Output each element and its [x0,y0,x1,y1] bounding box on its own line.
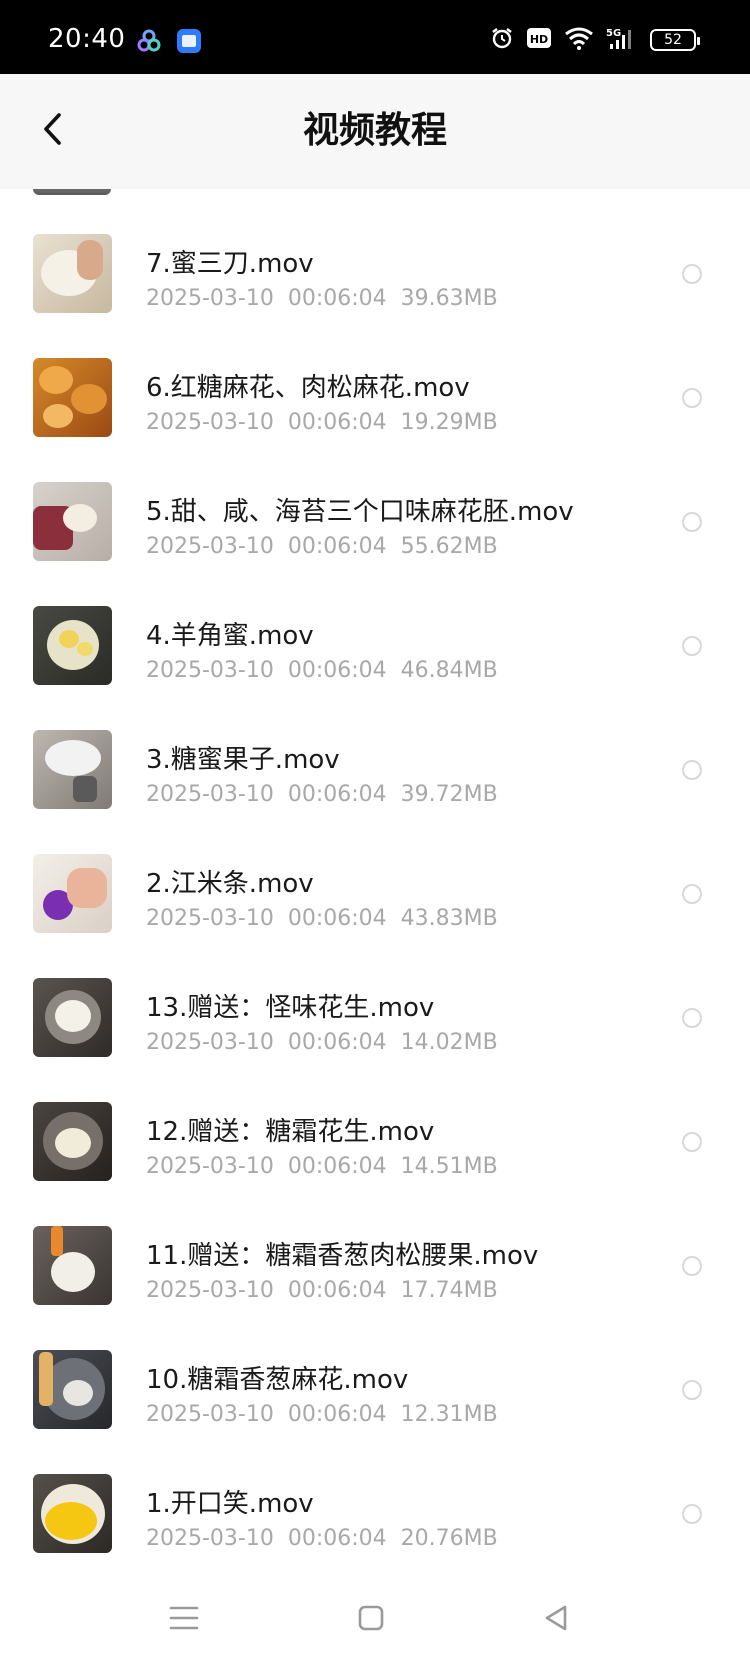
header: 视频教程 [0,74,750,189]
video-item[interactable]: 2.江米条.mov 2025-03-10 00:06:04 43.83MB [0,843,750,967]
video-file-meta: 2025-03-10 00:06:04 46.84MB [146,658,498,683]
video-item[interactable]: 5.甜、咸、海苔三个口味麻花胚.mov 2025-03-10 00:06:04 … [0,471,750,595]
video-item[interactable]: 10.糖霜香葱麻花.mov 2025-03-10 00:06:04 12.31M… [0,1339,750,1463]
video-thumbnail [33,358,112,437]
home-icon [357,1604,385,1636]
video-item[interactable]: 1.开口笑.mov 2025-03-10 00:06:04 20.76MB [0,1463,750,1574]
video-thumbnail [33,1102,112,1181]
video-file-meta: 2025-03-10 00:06:04 55.62MB [146,534,498,559]
select-radio[interactable] [682,1132,702,1152]
select-radio[interactable] [682,884,702,904]
video-thumbnail [33,978,112,1057]
svg-text:HD: HD [530,33,548,46]
home-button[interactable] [351,1600,391,1640]
system-back-button[interactable] [536,1600,576,1640]
video-file-meta: 2025-03-10 00:06:04 12.31MB [146,1402,498,1427]
video-file-name: 7.蜜三刀.mov [146,249,314,279]
video-item[interactable]: 3.糖蜜果子.mov 2025-03-10 00:06:04 39.72MB [0,719,750,843]
status-time: 20:40 [48,24,126,54]
app-square-icon [176,28,202,58]
video-thumbnail [33,1474,112,1553]
video-file-meta: 2025-03-10 00:06:04 39.72MB [146,782,498,807]
video-file-meta: 2025-03-10 00:06:04 20.76MB [146,1526,498,1551]
video-file-meta: 2025-03-10 00:06:04 14.51MB [146,1154,498,1179]
video-file-name: 5.甜、咸、海苔三个口味麻花胚.mov [146,497,574,527]
select-radio[interactable] [682,760,702,780]
video-thumbnail [33,189,111,195]
video-item[interactable]: 13.赠送：怪味花生.mov 2025-03-10 00:06:04 14.02… [0,967,750,1091]
video-thumbnail [33,234,112,313]
video-item[interactable]: 6.红糖麻花、肉松麻花.mov 2025-03-10 00:06:04 19.2… [0,347,750,471]
signal-5g-icon: 5G [606,26,638,54]
video-item[interactable]: 7.蜜三刀.mov 2025-03-10 00:06:04 39.63MB [0,223,750,347]
page-title: 视频教程 [302,110,447,151]
video-file-name: 2.江米条.mov [146,869,314,899]
hd-icon: HD [526,27,552,53]
app-cluster-icon [136,28,162,58]
video-file-name: 13.赠送：怪味花生.mov [146,993,435,1023]
status-bar: 20:40 HD 5G 52 [0,0,750,74]
video-file-name: 6.红糖麻花、肉松麻花.mov [146,373,470,403]
video-file-name: 3.糖蜜果子.mov [146,745,340,775]
video-file-meta: 2025-03-10 00:06:04 19.29MB [146,410,498,435]
video-file-meta: 2025-03-10 00:06:04 17.74MB [146,1278,498,1303]
select-radio[interactable] [682,1504,702,1524]
system-nav-bar [0,1574,750,1667]
video-item[interactable]: 11.赠送：糖霜香葱肉松腰果.mov 2025-03-10 00:06:04 1… [0,1215,750,1339]
video-file-name: 12.赠送：糖霜花生.mov [146,1117,435,1147]
video-list[interactable]: 7.蜜三刀.mov 2025-03-10 00:06:04 39.63MB 6.… [0,189,750,1574]
video-file-meta: 2025-03-10 00:06:04 14.02MB [146,1030,498,1055]
video-thumbnail [33,1226,112,1305]
menu-button[interactable] [164,1600,204,1640]
video-file-name: 4.羊角蜜.mov [146,621,314,651]
select-radio[interactable] [682,388,702,408]
back-triangle-icon [542,1604,570,1636]
select-radio[interactable] [682,512,702,532]
video-thumbnail [33,730,112,809]
video-file-name: 1.开口笑.mov [146,1489,314,1519]
video-file-meta: 2025-03-10 00:06:04 39.63MB [146,286,498,311]
video-thumbnail [33,482,112,561]
video-item[interactable]: 12.赠送：糖霜花生.mov 2025-03-10 00:06:04 14.51… [0,1091,750,1215]
video-thumbnail [33,1350,112,1429]
video-file-name: 11.赠送：糖霜香葱肉松腰果.mov [146,1241,539,1271]
video-file-meta: 2025-03-10 00:06:04 43.83MB [146,906,498,931]
video-thumbnail [33,606,112,685]
wifi-icon [564,26,594,54]
select-radio[interactable] [682,1008,702,1028]
select-radio[interactable] [682,1380,702,1400]
svg-text:5G: 5G [606,28,621,39]
select-radio[interactable] [682,1256,702,1276]
select-radio[interactable] [682,264,702,284]
battery-icon: 52 [650,29,700,51]
video-file-name: 10.糖霜香葱麻花.mov [146,1365,409,1395]
alarm-icon [490,26,514,54]
menu-icon [169,1605,199,1635]
video-item[interactable]: 4.羊角蜜.mov 2025-03-10 00:06:04 46.84MB [0,595,750,719]
select-radio[interactable] [682,636,702,656]
video-thumbnail [33,854,112,933]
